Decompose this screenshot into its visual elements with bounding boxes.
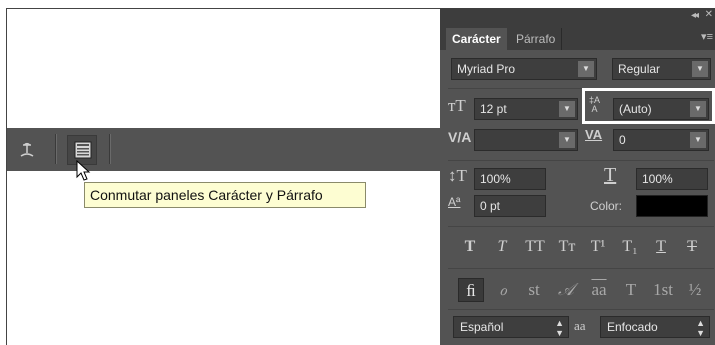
color-label: Color:: [590, 199, 623, 213]
faux-bold-button[interactable]: T: [458, 236, 482, 258]
tracking-icon: VA: [585, 127, 603, 142]
small-caps-button[interactable]: Tт: [553, 236, 581, 258]
divider: [448, 309, 714, 310]
horizontal-scale-icon: T: [604, 164, 617, 186]
underline-button[interactable]: T: [649, 236, 673, 258]
font-family-dropdown[interactable]: Myriad Pro ▼: [451, 58, 597, 80]
faux-italic-button[interactable]: T: [490, 236, 514, 258]
discretionary-ligatures-button[interactable]: st: [521, 278, 547, 302]
ordinals-button[interactable]: 1st: [648, 278, 678, 302]
divider: [448, 160, 714, 161]
superscript-button[interactable]: T¹: [586, 236, 610, 258]
font-size-value: 12 pt: [480, 102, 507, 116]
kerning-icon: V/A: [448, 129, 472, 145]
vertical-scale-input[interactable]: 100%: [474, 168, 546, 190]
chevron-down-icon: ▼: [692, 61, 708, 77]
kerning-dropdown[interactable]: ▼: [474, 129, 578, 151]
updown-icon: ▲ ▼: [555, 318, 564, 338]
antialias-icon: aa: [574, 318, 586, 333]
baseline-shift-input[interactable]: 0 pt: [474, 195, 546, 217]
antialias-select[interactable]: Enfocado ▲ ▼: [600, 316, 710, 338]
stylistic-alternates-button[interactable]: aa: [586, 278, 612, 302]
toolbar-separator: [109, 134, 111, 164]
font-size-dropdown[interactable]: 12 pt ▼: [474, 98, 578, 120]
baseline-shift-icon: Aª: [448, 195, 461, 209]
tracking-dropdown[interactable]: 0 ▼: [613, 129, 709, 151]
font-family-value: Myriad Pro: [457, 62, 516, 76]
swash-button[interactable]: 𝒜: [553, 278, 579, 302]
chevron-down-icon: ▼: [559, 101, 575, 117]
tab-character[interactable]: Carácter: [446, 28, 507, 50]
tracking-value: 0: [619, 133, 626, 147]
vertical-scale-icon: ↕T: [448, 166, 467, 185]
titling-alternates-button[interactable]: T: [618, 278, 644, 302]
close-icon[interactable]: ✕: [705, 9, 713, 20]
chevron-down-icon: ▼: [559, 132, 575, 148]
subscript-button[interactable]: T₁: [618, 236, 642, 258]
panel-menu-icon[interactable]: ▾≡: [701, 30, 713, 43]
updown-icon: ▲ ▼: [696, 318, 705, 338]
options-toolbar: [7, 128, 440, 171]
tooltip: Conmutar paneles Carácter y Párrafo: [84, 182, 366, 208]
panel-tabs: Carácter Párrafo ▾≡: [440, 26, 715, 50]
font-style-dropdown[interactable]: Regular ▼: [612, 58, 711, 80]
strikethrough-button[interactable]: T: [680, 236, 704, 258]
toolbar-separator: [55, 134, 57, 164]
collapse-icon[interactable]: ◂◂: [691, 10, 699, 21]
chevron-down-icon: ▼: [578, 61, 594, 77]
antialias-value: Enfocado: [607, 320, 658, 334]
leading-highlight: [582, 88, 715, 124]
divider: [448, 226, 714, 227]
panel-title-bar: ◂◂ ✕: [440, 8, 715, 26]
standard-ligatures-button[interactable]: ﬁ: [458, 278, 484, 302]
all-caps-button[interactable]: TT: [521, 236, 549, 258]
language-select[interactable]: Español ▲ ▼: [453, 316, 569, 338]
document-canvas: [6, 8, 440, 345]
language-value: Español: [460, 320, 504, 334]
divider: [448, 268, 714, 269]
fractions-button[interactable]: ½: [682, 278, 708, 302]
color-swatch[interactable]: [636, 195, 708, 217]
font-style-value: Regular: [618, 62, 661, 76]
tab-paragraph[interactable]: Párrafo: [510, 28, 563, 50]
chevron-down-icon: ▼: [690, 132, 706, 148]
horizontal-scale-input[interactable]: 100%: [636, 168, 708, 190]
font-size-icon: ᴛT: [448, 96, 466, 115]
contextual-alternates-button[interactable]: ℴ: [490, 278, 516, 302]
warp-text-icon[interactable]: [15, 138, 39, 162]
